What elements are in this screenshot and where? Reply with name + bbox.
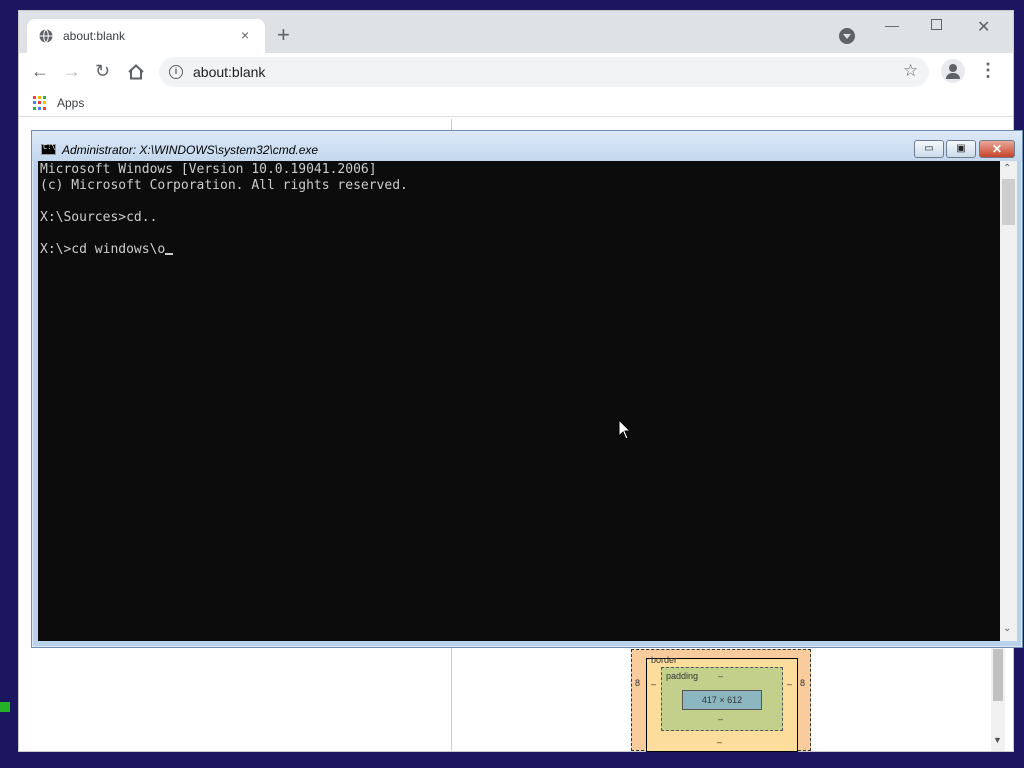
cmd-scrollbar[interactable]: ⌃ ⌄ — [1000, 161, 1017, 641]
address-bar[interactable]: i about:blank ☆ — [159, 57, 929, 87]
apps-dot — [38, 106, 41, 110]
console-prompt-line[interactable]: X:\>cd windows\o — [40, 242, 165, 257]
apps-grid-icon[interactable] — [33, 96, 47, 110]
cmd-window-title: Administrator: X:\WINDOWS\system32\cmd.e… — [62, 143, 319, 157]
console-output[interactable]: Microsoft Windows [Version 10.0.19041.20… — [38, 161, 1000, 641]
window-close-button[interactable]: ✕ — [977, 17, 990, 37]
tab-strip: about:blank × + — ✕ — [19, 11, 1013, 53]
apps-bookmark[interactable]: Apps — [57, 96, 84, 110]
box-model-content: 417 × 612 — [682, 690, 762, 710]
scroll-down-arrow-icon[interactable]: ⌄ — [1003, 623, 1011, 634]
apps-dot — [33, 101, 36, 105]
scroll-down-arrow-icon[interactable]: ▼ — [993, 735, 1002, 745]
green-marker — [0, 702, 10, 712]
box-model-border: border – – – padding – – 417 × 612 — [646, 655, 798, 752]
devtools-scroll-thumb[interactable] — [993, 649, 1003, 701]
padding-label: padding — [666, 671, 699, 681]
text-caret — [165, 253, 174, 255]
box-model-padding: padding – – 417 × 612 — [661, 667, 783, 731]
tab-close-icon[interactable]: × — [241, 27, 249, 43]
border-left-value: 8 — [635, 678, 641, 688]
bookmarks-bar: Apps — [19, 91, 1013, 117]
apps-dot — [38, 96, 41, 99]
tab-title: about:blank — [63, 29, 126, 43]
padding-top-dash: – — [718, 671, 724, 681]
cmd-scroll-thumb[interactable] — [1002, 179, 1015, 225]
reload-icon[interactable]: ↻ — [95, 61, 110, 81]
border-right-value: 8 — [800, 678, 806, 688]
apps-dot — [43, 101, 46, 105]
console-line: Microsoft Windows [Version 10.0.19041.20… — [40, 162, 377, 177]
cmd-close-button[interactable]: ✕ — [979, 140, 1015, 158]
border-label: border — [651, 655, 678, 665]
cmd-titlebar[interactable]: C:\ Administrator: X:\WINDOWS\system32\c… — [32, 131, 1022, 161]
browser-toolbar: ← → ↻ i about:blank ☆ ⋮ — [19, 53, 1013, 91]
console-line: X:\Sources>cd.. — [40, 210, 158, 225]
padding-left-dash: – — [651, 679, 657, 689]
info-icon[interactable]: i — [169, 65, 183, 79]
console-line: (c) Microsoft Corporation. All rights re… — [40, 178, 408, 193]
home-icon[interactable] — [127, 63, 145, 81]
apps-dot — [38, 101, 41, 105]
back-arrow-icon[interactable]: ← — [31, 61, 49, 81]
tab-search-icon[interactable] — [839, 28, 855, 44]
window-minimize-button[interactable]: — — [885, 17, 899, 33]
padding-right-dash: – — [787, 679, 793, 689]
forward-arrow-icon[interactable]: → — [63, 61, 81, 81]
kebab-menu-icon[interactable]: ⋮ — [979, 60, 997, 80]
globe-icon — [39, 29, 53, 43]
apps-dot — [33, 96, 36, 99]
apps-dot — [43, 96, 46, 99]
apps-dot — [33, 106, 36, 110]
tab-about-blank[interactable]: about:blank × — [27, 19, 265, 53]
new-tab-button[interactable]: + — [277, 24, 290, 46]
console-icon[interactable]: C:\ — [41, 143, 56, 155]
bookmark-star-icon[interactable]: ☆ — [903, 61, 918, 81]
box-model-margin: 8 8 border – – – padding – – 417 × 612 — [631, 649, 811, 752]
cmd-window: C:\ Administrator: X:\WINDOWS\system32\c… — [31, 130, 1023, 648]
url-text[interactable]: about:blank — [193, 64, 265, 80]
scroll-up-arrow-icon[interactable]: ⌃ — [1003, 163, 1011, 174]
profile-avatar-icon[interactable] — [941, 59, 965, 83]
padding-bottom-dash: – — [718, 714, 724, 724]
margin-bottom-dash: – — [717, 737, 723, 747]
cmd-minimize-button[interactable]: ▭ — [914, 140, 944, 158]
cmd-maximize-button[interactable]: ▣ — [946, 140, 976, 158]
apps-dot — [43, 106, 46, 110]
window-maximize-button[interactable] — [931, 19, 942, 30]
